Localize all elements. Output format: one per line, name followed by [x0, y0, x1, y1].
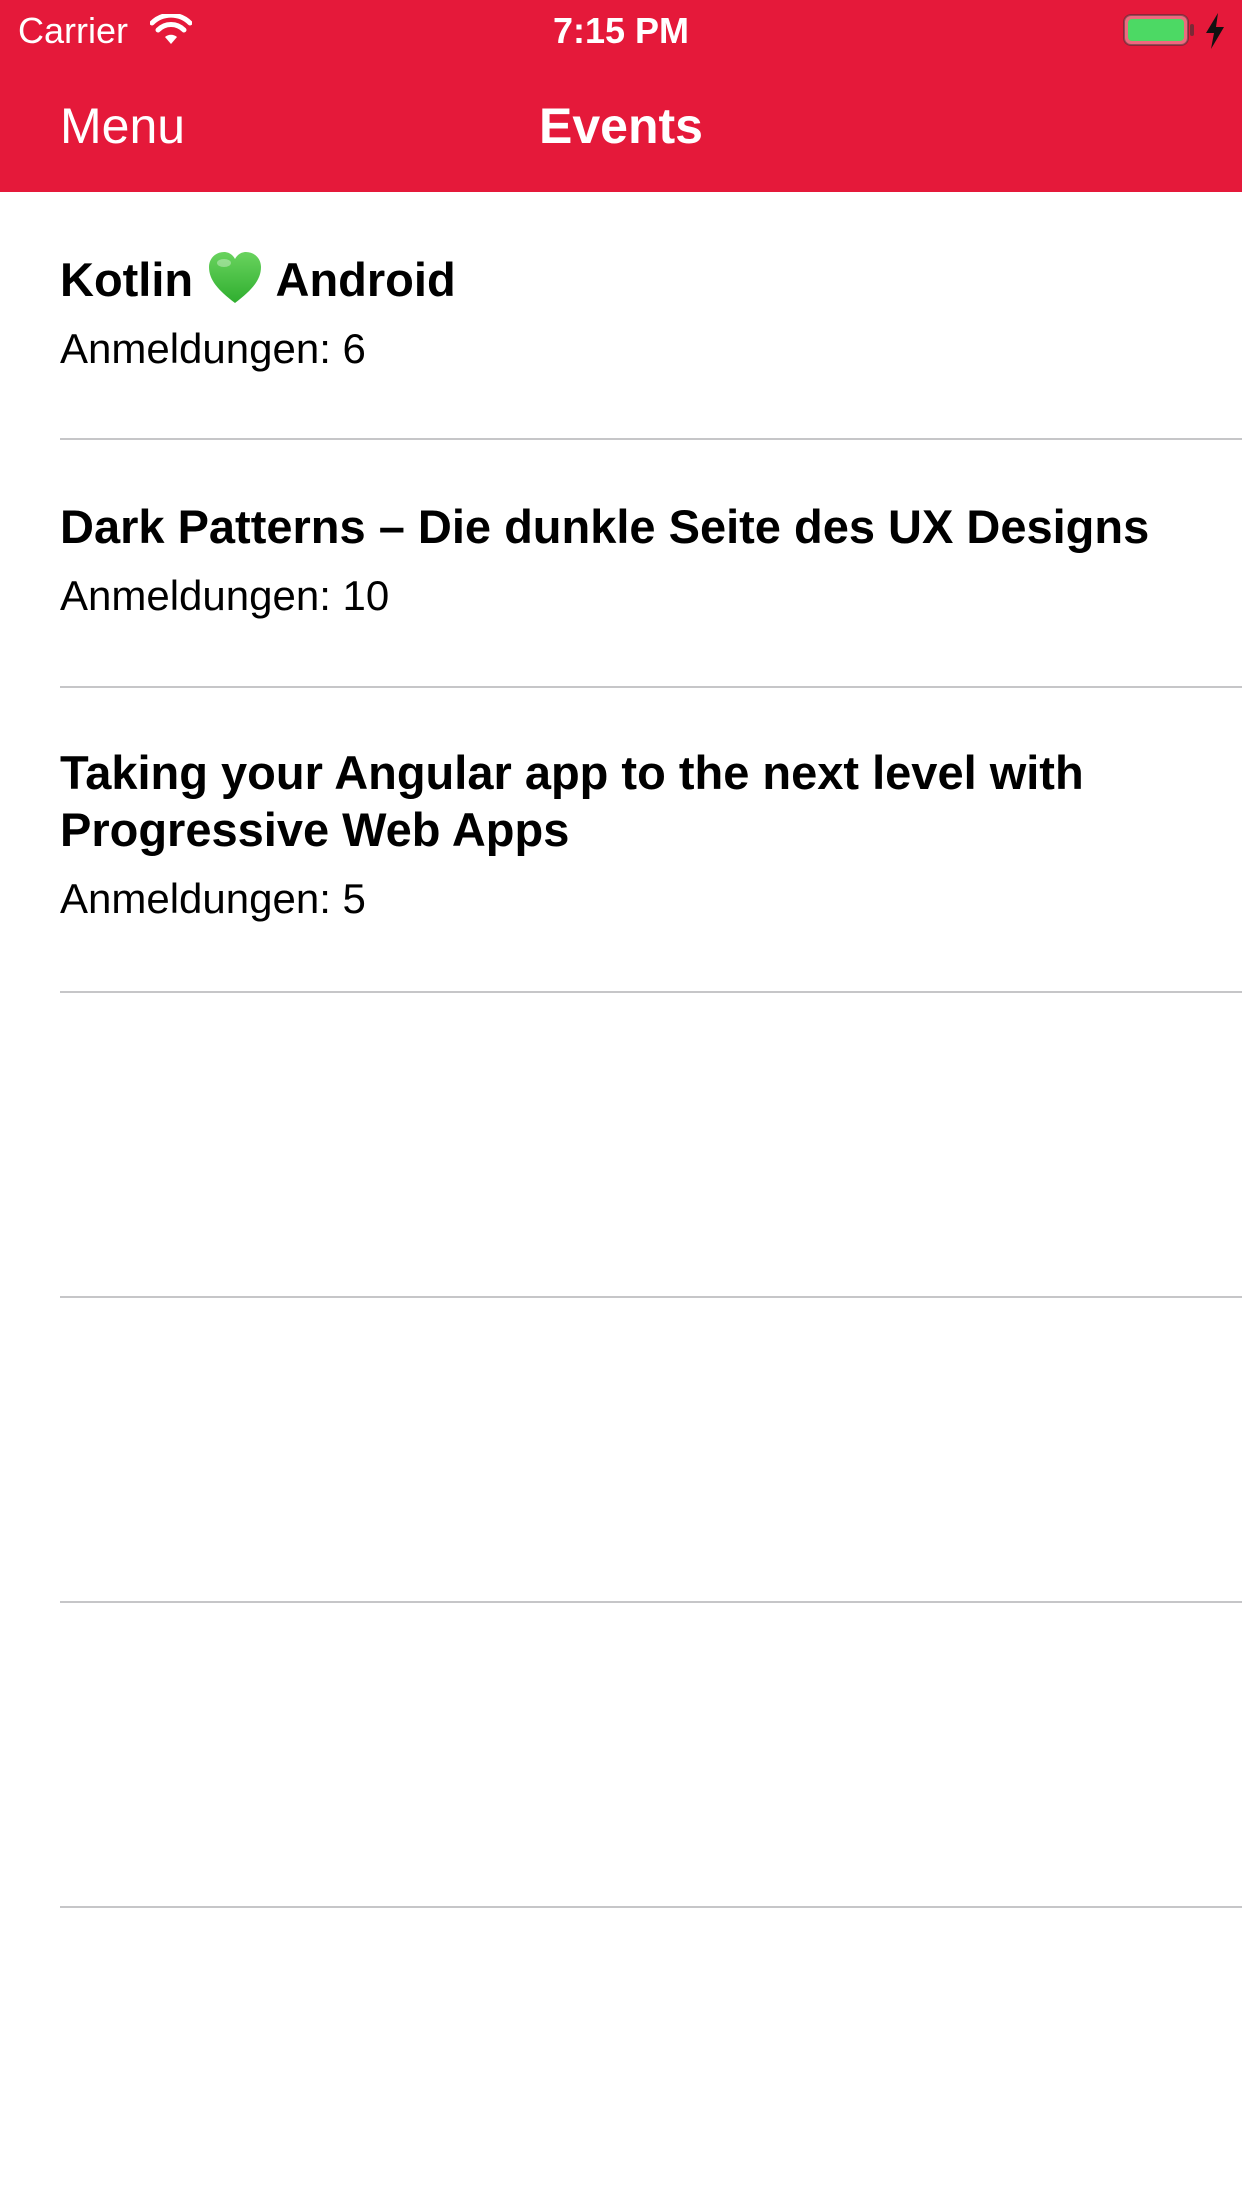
- registration-count: Anmeldungen: 10: [60, 572, 390, 619]
- event-title: Dark Patterns – Die dunkle Seite des UX …: [60, 500, 1150, 553]
- header: Carrier 7:15 PM Menu Events: [0, 0, 1242, 192]
- list-item[interactable]: Taking your Angular app to the next leve…: [0, 688, 1242, 993]
- page-title: Events: [539, 98, 703, 154]
- empty-row: [0, 1298, 1242, 1603]
- empty-row: [0, 1603, 1242, 1908]
- event-title-part: Android: [275, 253, 456, 306]
- event-title-line: Progressive Web Apps: [60, 803, 570, 856]
- event-title-line: Taking your Angular app to the next leve…: [60, 746, 1084, 799]
- green-heart-icon: [209, 252, 262, 303]
- registration-count: Anmeldungen: 6: [60, 325, 366, 372]
- status-bar: Carrier 7:15 PM: [0, 0, 1242, 62]
- battery-icon: [1123, 14, 1194, 46]
- list-item[interactable]: Dark Patterns – Die dunkle Seite des UX …: [0, 440, 1242, 688]
- event-title-part: Kotlin: [60, 253, 194, 306]
- empty-row: [0, 993, 1242, 1298]
- event-title: Kotlin Android: [60, 250, 1202, 308]
- navigation-bar: Menu Events: [0, 62, 1242, 192]
- list-item[interactable]: Kotlin Android Anmeldungen: 6: [0, 192, 1242, 440]
- events-list[interactable]: Kotlin Android Anmeldungen: 6 Dark Patte…: [0, 192, 1242, 1908]
- status-time: 7:15 PM: [552, 10, 690, 51]
- registration-count: Anmeldungen: 5: [60, 875, 366, 922]
- charging-bolt-icon: [1206, 13, 1224, 49]
